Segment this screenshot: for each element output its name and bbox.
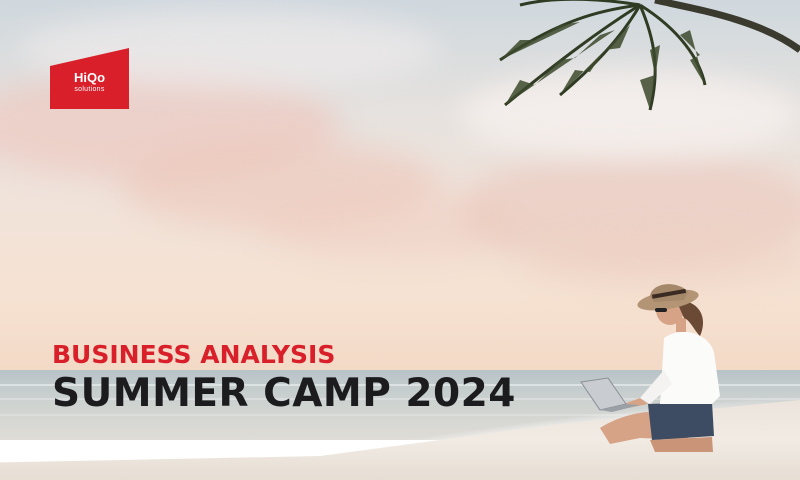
banner-title: SUMMER CAMP 2024 [52, 371, 516, 416]
logo-subtitle: solutions [74, 86, 105, 93]
banner-subtitle: BUSINESS ANALYSIS [52, 340, 336, 369]
hiqo-logo: HiQo solutions [50, 48, 129, 109]
logo-name: HiQo [73, 70, 106, 85]
banner-headline: BUSINESS ANALYSIS SUMMER CAMP 2024 [52, 340, 516, 416]
